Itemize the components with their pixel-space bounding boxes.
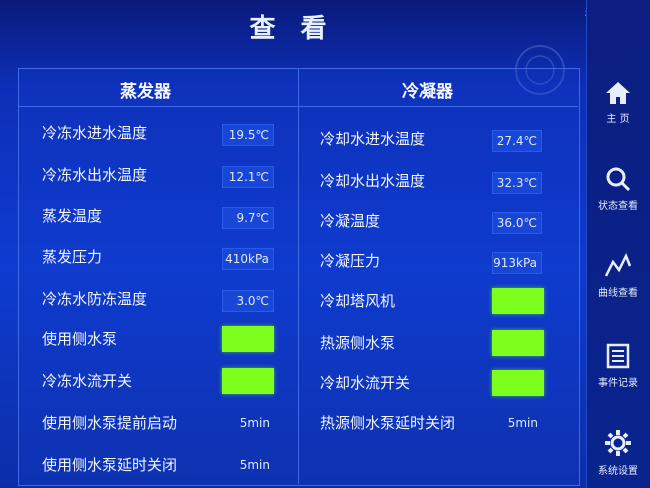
antifreeze-temp-label: 冷冻水防冻温度 [42,290,148,308]
evap-inlet-temp-value: 19.5℃ [222,124,274,146]
evap-outlet-temp-value: 12.1℃ [222,166,274,188]
cooling-flow-switch-indicator [492,370,544,396]
cond-pressure-label: 冷凝压力 [320,252,381,270]
cooling-flow-switch-label: 冷却水流开关 [320,374,411,392]
user-pump-prestart-label: 使用侧水泵提前启动 [42,414,178,432]
panel-divider [298,68,299,484]
user-pump-delay-off-value: 5min [239,458,270,472]
user-pump-prestart-value: 5min [239,416,270,430]
nav-system-settings-label: 系统设置 [598,466,638,477]
nav-event-log[interactable]: 事件记录 [586,342,650,389]
home-icon [606,82,630,104]
nav-home-label: 主 页 [606,114,630,125]
book-icon [606,343,630,369]
sidebar [586,0,650,488]
evap-pressure-label: 蒸发压力 [42,248,103,266]
chilled-flow-switch-indicator [222,368,274,394]
title-bar: 查 看 [14,0,570,52]
cooling-tower-fan-label: 冷却塔风机 [320,292,396,310]
evap-temp-label: 蒸发温度 [42,207,103,225]
source-pump-delay-off-value: 5min [507,416,538,430]
antifreeze-temp-value: 3.0℃ [222,290,274,312]
cond-outlet-temp-value: 32.3℃ [492,172,542,194]
cond-outlet-temp-label: 冷却水出水温度 [320,172,426,190]
search-icon [606,167,631,192]
chart-line-icon [604,252,632,277]
source-pump-delay-off-label: 热源侧水泵延时关闭 [320,414,456,432]
chilled-flow-switch-label: 冷冻水流开关 [42,372,133,390]
user-pump-indicator [222,326,274,352]
cond-pressure-value: 913kPa [492,252,542,274]
nav-event-log-label: 事件记录 [598,378,638,389]
user-pump-label: 使用侧水泵 [42,330,118,348]
evap-pressure-value: 410kPa [222,248,274,270]
cooling-tower-fan-indicator [492,288,544,314]
evap-temp-value: 9.7℃ [222,207,274,229]
nav-curve-view[interactable]: 曲线查看 [586,252,650,299]
nav-status-view-label: 状态查看 [598,201,638,212]
cond-inlet-temp-label: 冷却水进水温度 [320,130,426,148]
source-pump-label: 热源侧水泵 [320,334,396,352]
nav-curve-view-label: 曲线查看 [598,288,638,299]
header-separator [18,106,578,107]
evap-outlet-temp-label: 冷冻水出水温度 [42,166,148,184]
cond-inlet-temp-value: 27.4℃ [492,130,542,152]
nav-home[interactable]: 主 页 [586,80,650,125]
condenser-title: 冷凝器 [402,81,453,102]
page-title: 查 看 [249,13,335,44]
nav-status-view[interactable]: 状态查看 [586,165,650,212]
nav-system-settings[interactable]: 系统设置 [586,428,650,477]
evap-inlet-temp-label: 冷冻水进水温度 [42,124,148,142]
cond-temp-label: 冷凝温度 [320,212,381,230]
source-pump-indicator [492,330,544,356]
evaporator-title: 蒸发器 [120,81,171,102]
cond-temp-value: 36.0℃ [492,212,542,234]
gear-icon [605,430,631,456]
user-pump-delay-off-label: 使用侧水泵延时关闭 [42,456,178,474]
